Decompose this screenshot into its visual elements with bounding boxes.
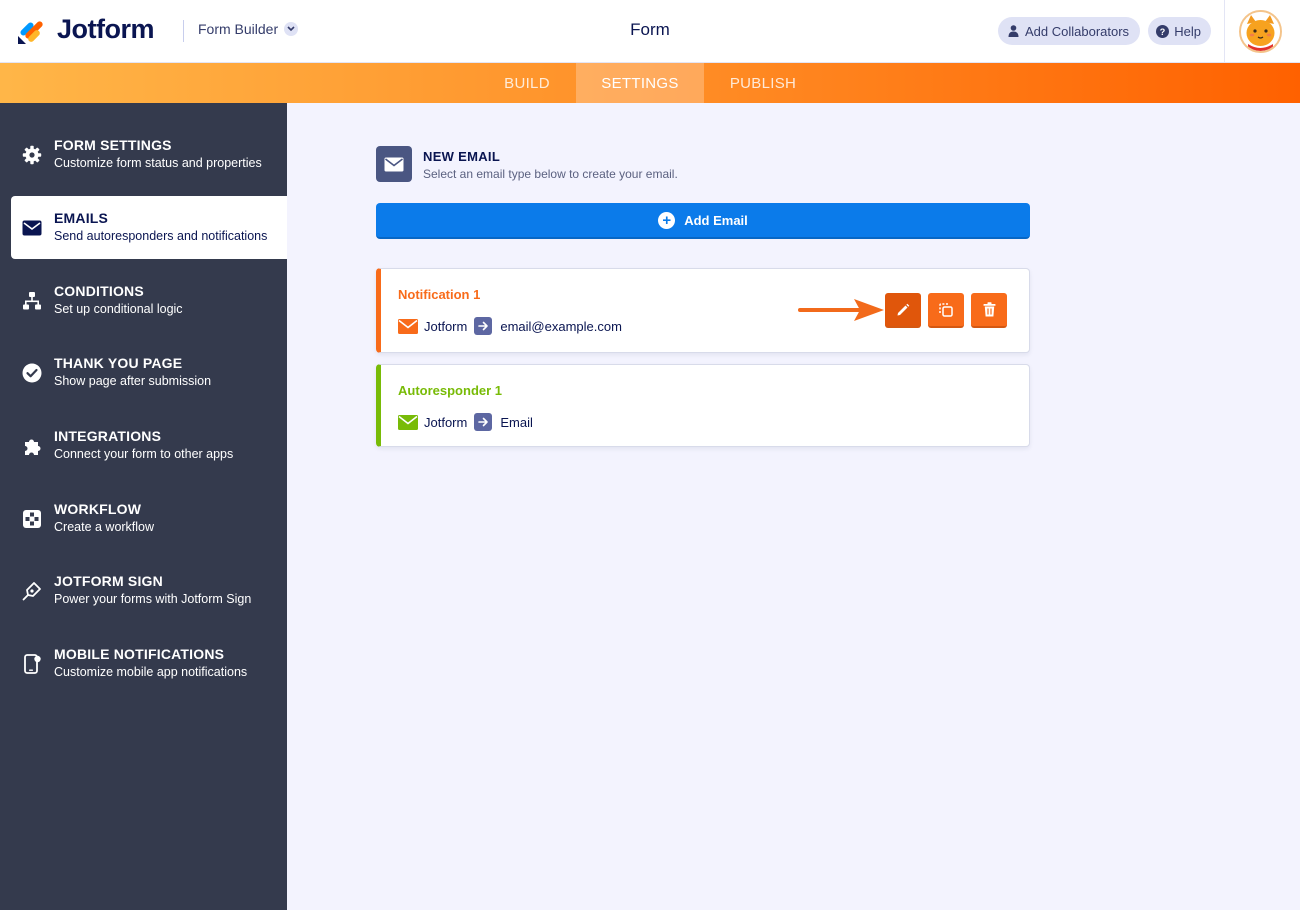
jotform-logo[interactable]: Jotform bbox=[17, 14, 155, 45]
email-route: Jotform Email bbox=[398, 413, 533, 431]
form-builder-label: Form Builder bbox=[198, 21, 279, 37]
sidebar-item-subtitle: Power your forms with Jotform Sign bbox=[54, 592, 252, 606]
sidebar-item-form-settings[interactable]: FORM SETTINGS Customize form status and … bbox=[0, 123, 287, 186]
sidebar-item-conditions[interactable]: CONDITIONS Set up conditional logic bbox=[0, 269, 287, 332]
sidebar-item-jotform-sign[interactable]: JOTFORM SIGN Power your forms with Jotfo… bbox=[0, 559, 287, 622]
check-circle-icon bbox=[22, 363, 42, 383]
sidebar-item-title: MOBILE NOTIFICATIONS bbox=[54, 646, 225, 662]
emails-panel: NEW EMAIL Select an email type below to … bbox=[287, 103, 1300, 910]
trash-icon bbox=[983, 302, 995, 317]
help-label: Help bbox=[1174, 23, 1201, 39]
plus-circle-icon: + bbox=[658, 211, 676, 229]
question-icon: ? bbox=[1156, 24, 1170, 38]
jotform-logo-icon bbox=[18, 20, 43, 44]
pointer-arrow-icon bbox=[798, 299, 884, 321]
mobile-icon bbox=[22, 654, 42, 674]
add-email-label: Add Email bbox=[684, 212, 748, 228]
envelope-icon bbox=[398, 414, 418, 430]
clone-email-button[interactable] bbox=[928, 293, 964, 328]
header-divider-right bbox=[1224, 0, 1225, 63]
tab-build[interactable]: BUILD bbox=[478, 63, 576, 103]
cat-avatar-icon bbox=[1241, 12, 1280, 51]
sidebar-item-mobile-notifications[interactable]: MOBILE NOTIFICATIONS Customize mobile ap… bbox=[0, 632, 287, 695]
form-title[interactable]: Form bbox=[630, 20, 670, 39]
header-divider bbox=[183, 20, 184, 42]
chevron-down-icon bbox=[284, 22, 299, 36]
edit-email-button[interactable] bbox=[885, 293, 921, 328]
email-to: email@example.com bbox=[500, 318, 622, 334]
email-card-notification[interactable]: Notification 1 Jotform email@example.com bbox=[376, 268, 1030, 353]
sidebar-item-title: FORM SETTINGS bbox=[54, 137, 172, 153]
email-to: Email bbox=[500, 414, 533, 430]
email-from: Jotform bbox=[424, 414, 468, 430]
sidebar-item-subtitle: Customize form status and properties bbox=[54, 156, 262, 170]
workflow-icon bbox=[22, 509, 42, 529]
arrow-right-icon bbox=[474, 413, 493, 431]
new-email-title: NEW EMAIL bbox=[423, 149, 501, 164]
sidebar-item-subtitle: Show page after submission bbox=[54, 374, 212, 388]
sidebar-item-title: WORKFLOW bbox=[54, 501, 142, 517]
arrow-right-icon bbox=[474, 317, 493, 335]
add-collaborators-label: Add Collaborators bbox=[1025, 23, 1130, 39]
sidebar-item-title: JOTFORM SIGN bbox=[54, 573, 163, 589]
settings-sidebar: FORM SETTINGS Customize form status and … bbox=[0, 103, 287, 910]
sidebar-item-thank-you-page[interactable]: THANK YOU PAGE Show page after submissio… bbox=[0, 341, 287, 404]
svg-text:?: ? bbox=[1160, 27, 1166, 37]
sidebar-item-subtitle: Connect your form to other apps bbox=[54, 447, 234, 461]
envelope-icon bbox=[22, 218, 42, 238]
delete-email-button[interactable] bbox=[971, 293, 1007, 328]
email-card-autoresponder[interactable]: Autoresponder 1 Jotform Email bbox=[376, 364, 1030, 447]
email-route: Jotform email@example.com bbox=[398, 317, 622, 335]
puzzle-icon bbox=[22, 436, 42, 456]
user-icon bbox=[1006, 24, 1020, 38]
brand-name: Jotform bbox=[57, 14, 155, 44]
sidebar-item-subtitle: Create a workflow bbox=[54, 520, 155, 534]
add-collaborators-button[interactable]: Add Collaborators bbox=[998, 17, 1140, 45]
avatar[interactable] bbox=[1239, 10, 1282, 53]
top-bar: Jotform Form Builder Form Add Collaborat… bbox=[0, 0, 1300, 63]
email-card-title: Autoresponder 1 bbox=[398, 383, 503, 398]
sidebar-item-subtitle: Customize mobile app notifications bbox=[54, 665, 248, 679]
email-from: Jotform bbox=[424, 318, 468, 334]
sidebar-item-subtitle: Send autoresponders and notifications bbox=[54, 229, 268, 243]
add-email-button[interactable]: + Add Email bbox=[376, 203, 1030, 239]
sidebar-item-workflow[interactable]: WORKFLOW Create a workflow bbox=[0, 487, 287, 550]
tab-settings[interactable]: SETTINGS bbox=[576, 63, 704, 103]
sitemap-icon bbox=[22, 291, 42, 311]
envelope-icon bbox=[376, 146, 412, 182]
form-builder-menu[interactable]: Form Builder bbox=[198, 21, 299, 37]
main-nav-bar: BUILD SETTINGS PUBLISH bbox=[0, 63, 1300, 103]
sidebar-item-title: INTEGRATIONS bbox=[54, 428, 162, 444]
help-button[interactable]: ? Help bbox=[1148, 17, 1211, 45]
pen-nib-icon bbox=[22, 581, 42, 601]
clone-icon bbox=[939, 302, 953, 317]
new-email-subtitle: Select an email type below to create you… bbox=[423, 167, 678, 181]
envelope-icon bbox=[398, 318, 418, 334]
sidebar-item-subtitle: Set up conditional logic bbox=[54, 302, 183, 316]
sidebar-item-emails[interactable]: EMAILS Send autoresponders and notificat… bbox=[11, 196, 287, 259]
gear-icon bbox=[22, 145, 42, 165]
email-card-title: Notification 1 bbox=[398, 287, 481, 302]
tab-publish[interactable]: PUBLISH bbox=[704, 63, 822, 103]
pencil-icon bbox=[897, 303, 910, 315]
sidebar-item-title: CONDITIONS bbox=[54, 283, 144, 299]
sidebar-item-integrations[interactable]: INTEGRATIONS Connect your form to other … bbox=[0, 414, 287, 477]
sidebar-item-title: THANK YOU PAGE bbox=[54, 355, 183, 371]
sidebar-item-title: EMAILS bbox=[54, 210, 109, 226]
